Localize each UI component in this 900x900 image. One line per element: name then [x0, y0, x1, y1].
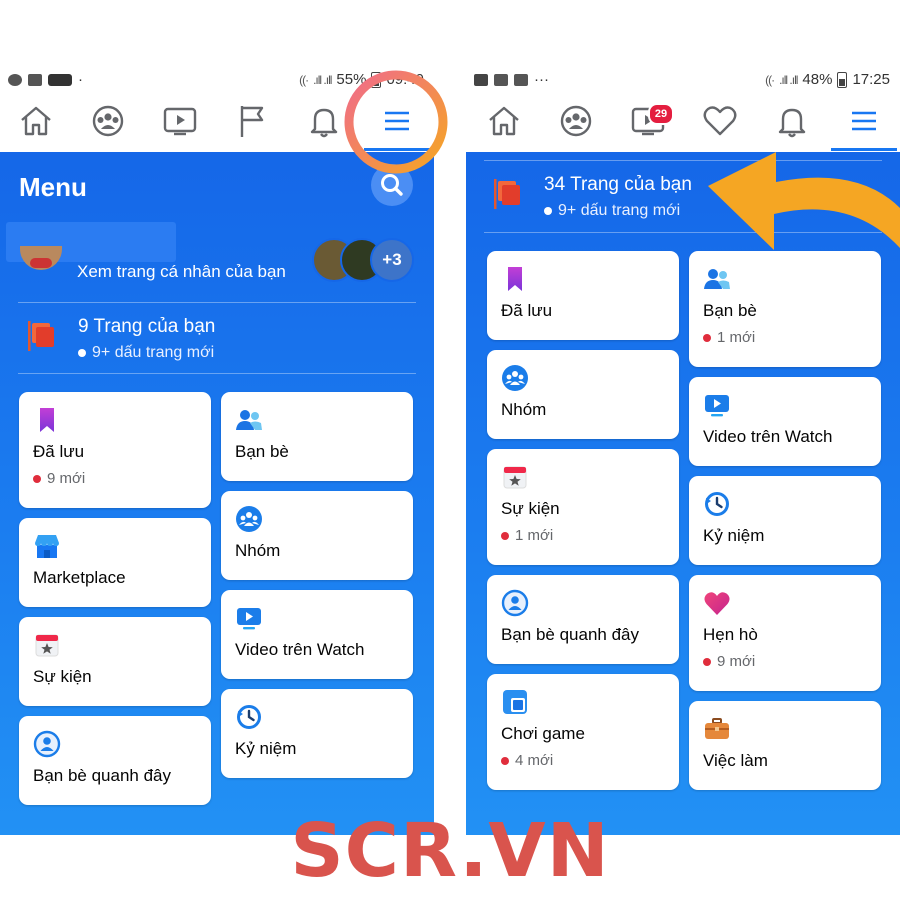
annotation-overlay [344, 70, 900, 330]
curved-arrow-annotation [708, 152, 900, 330]
highlight-ring [344, 70, 448, 174]
watermark: SCR.VN [290, 808, 610, 894]
